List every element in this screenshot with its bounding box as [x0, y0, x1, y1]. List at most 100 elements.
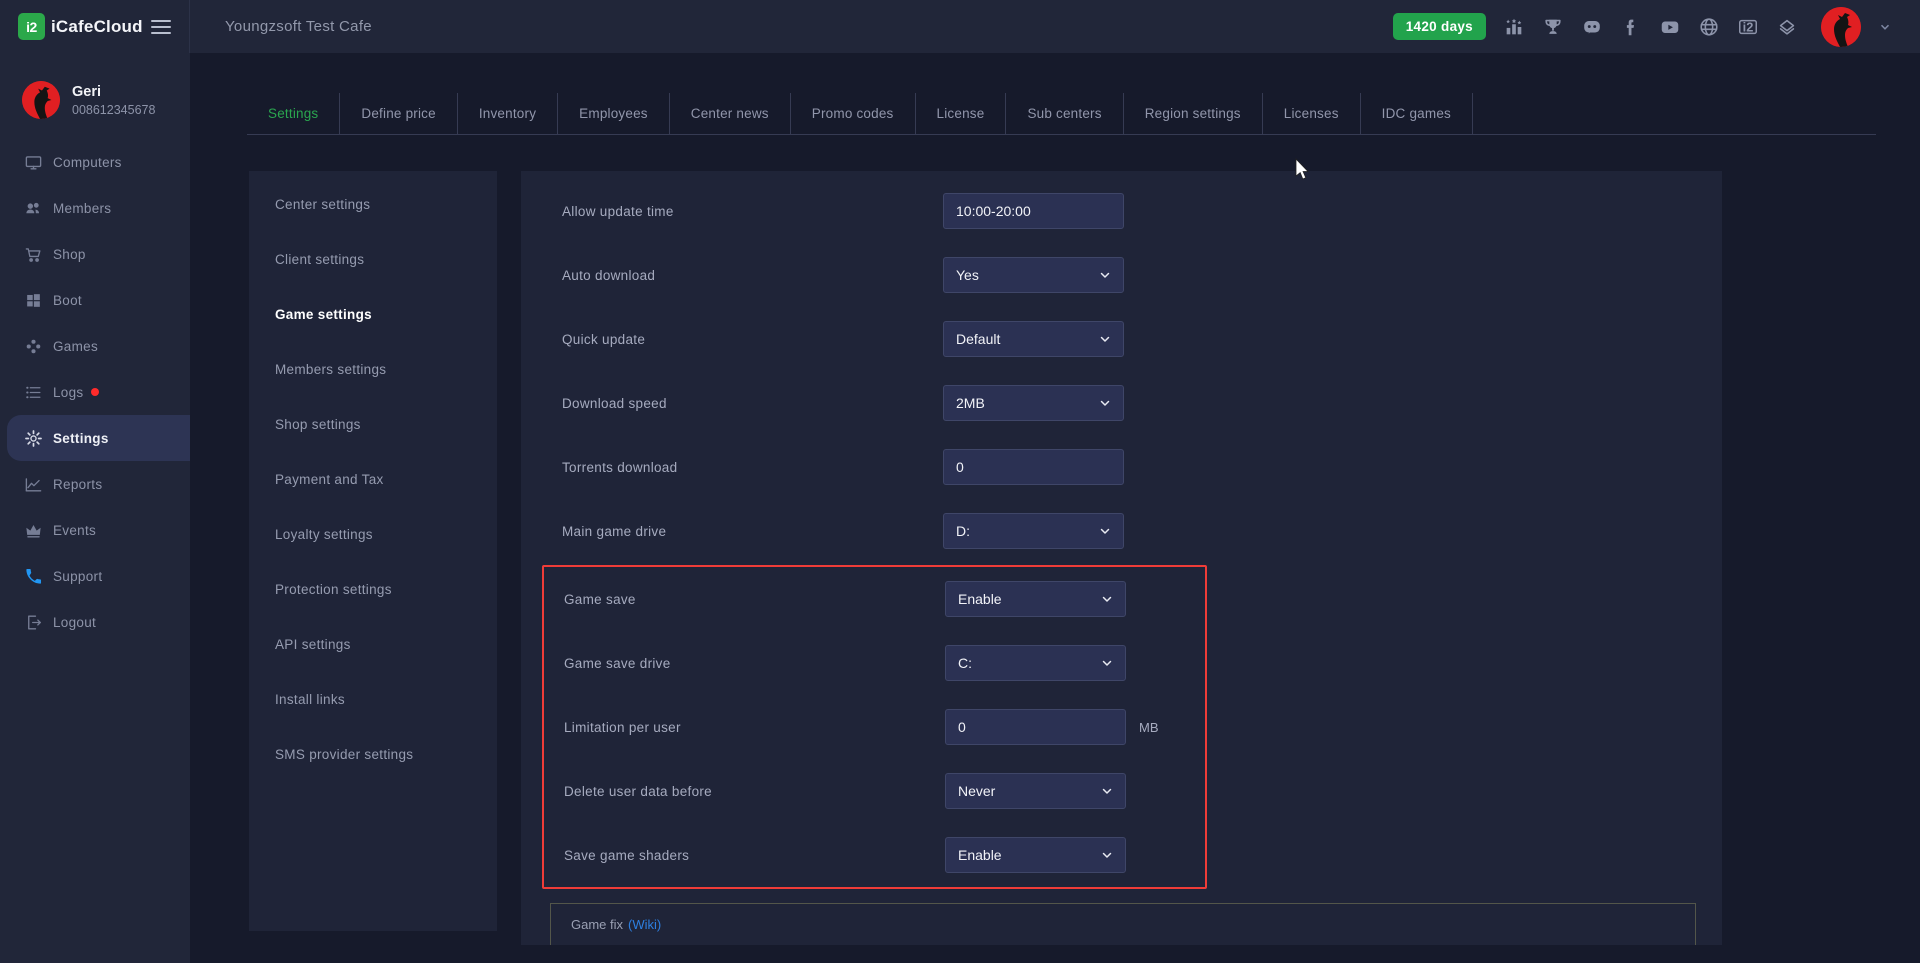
sidebar-item-members[interactable]: Members	[0, 185, 190, 231]
sidebar-item-logout[interactable]: Logout	[0, 599, 190, 645]
chevron-down-icon	[1101, 785, 1113, 797]
sidebar-item-computers[interactable]: Computers	[0, 139, 190, 185]
subnav-item-game-settings[interactable]: Game settings	[249, 287, 497, 342]
field-label: Save game shaders	[564, 848, 945, 863]
select-field[interactable]: Enable	[945, 581, 1126, 617]
tab-sub-centers[interactable]: Sub centers	[1005, 93, 1122, 134]
select-field[interactable]: Enable	[945, 837, 1126, 873]
form-row: Save game shaders Enable	[544, 823, 1205, 887]
globe-icon[interactable]	[1698, 16, 1720, 38]
user-avatar[interactable]	[1821, 7, 1861, 47]
notification-dot	[91, 388, 99, 396]
subnav-item-payment-and-tax[interactable]: Payment and Tax	[249, 452, 497, 507]
chevron-down-icon	[1099, 269, 1111, 281]
logs-icon	[24, 383, 43, 402]
tab-license[interactable]: License	[915, 93, 1006, 134]
sidebar-item-logs[interactable]: Logs	[0, 369, 190, 415]
field-value: D:	[956, 523, 970, 539]
subnav-item-install-links[interactable]: Install links	[249, 672, 497, 727]
ranking-icon[interactable]	[1503, 16, 1525, 38]
field-value: Enable	[958, 591, 1002, 607]
user-block[interactable]: Geri 008612345678	[0, 53, 190, 119]
user-phone: 008612345678	[72, 103, 155, 117]
highlighted-settings-group: Game save Enable Game save drive C: Limi…	[542, 565, 1207, 889]
youtube-icon[interactable]	[1659, 16, 1681, 38]
sidebar-item-label: Computers	[53, 155, 122, 170]
tab-center-news[interactable]: Center news	[669, 93, 790, 134]
field-value: 0	[958, 719, 966, 735]
form-row: Main game drive D:	[521, 499, 1722, 563]
form-row: Allow update time 10:00-20:00	[521, 179, 1722, 243]
discord-icon[interactable]	[1581, 16, 1603, 38]
icafecloud-logo-icon[interactable]: i2	[18, 13, 45, 40]
logout-icon	[24, 613, 43, 632]
tab-idc-games[interactable]: IDC games	[1360, 93, 1473, 134]
sidebar-item-boot[interactable]: Boot	[0, 277, 190, 323]
select-field[interactable]: Never	[945, 773, 1126, 809]
icafecloud-i2-icon[interactable]: i2	[1737, 16, 1759, 38]
field-value: Default	[956, 331, 1000, 347]
form-row: Game save drive C:	[544, 631, 1205, 695]
tab-inventory[interactable]: Inventory	[457, 93, 557, 134]
tab-settings[interactable]: Settings	[247, 93, 339, 134]
sidebar-item-events[interactable]: Events	[0, 507, 190, 553]
hamburger-menu-icon[interactable]	[151, 20, 171, 38]
tab-define-price[interactable]: Define price	[339, 93, 456, 134]
sidebar-item-settings[interactable]: Settings	[7, 415, 190, 461]
sidebar-item-reports[interactable]: Reports	[0, 461, 190, 507]
sidebar-item-label: Events	[53, 523, 96, 538]
subnav-item-loyalty-settings[interactable]: Loyalty settings	[249, 507, 497, 562]
chevron-down-icon	[1099, 333, 1111, 345]
layers-icon[interactable]	[1776, 16, 1798, 38]
sidebar-item-shop[interactable]: Shop	[0, 231, 190, 277]
sidebar-item-label: Reports	[53, 477, 102, 492]
subnav-item-center-settings[interactable]: Center settings	[249, 177, 497, 232]
tab-promo-codes[interactable]: Promo codes	[790, 93, 915, 134]
logo-text[interactable]: iCafeCloud	[51, 17, 143, 37]
sidebar-item-support[interactable]: Support	[0, 553, 190, 599]
game-fix-section: Game fix (Wiki)	[550, 903, 1696, 945]
license-days-badge[interactable]: 1420 days	[1393, 13, 1486, 40]
form-row: Auto download Yes	[521, 243, 1722, 307]
subnav-item-members-settings[interactable]: Members settings	[249, 342, 497, 397]
field-label: Limitation per user	[564, 720, 945, 735]
chevron-down-icon[interactable]	[1878, 20, 1892, 34]
sidebar-item-label: Logs	[53, 385, 83, 400]
form-row: Game save Enable	[544, 567, 1205, 631]
logo-area: i2 iCafeCloud	[0, 0, 190, 53]
select-field[interactable]: Yes	[943, 257, 1124, 293]
user-avatar-small	[22, 81, 60, 119]
subnav-item-protection-settings[interactable]: Protection settings	[249, 562, 497, 617]
text-input[interactable]: 10:00-20:00	[943, 193, 1124, 229]
subnav-item-client-settings[interactable]: Client settings	[249, 232, 497, 287]
select-field[interactable]: C:	[945, 645, 1126, 681]
facebook-icon[interactable]	[1620, 16, 1642, 38]
cafe-title: Youngzsoft Test Cafe	[225, 18, 372, 35]
select-field[interactable]: Default	[943, 321, 1124, 357]
select-field[interactable]: 2MB	[943, 385, 1124, 421]
subnav-item-sms-provider-settings[interactable]: SMS provider settings	[249, 727, 497, 782]
text-input[interactable]: 0	[943, 449, 1124, 485]
tab-licenses[interactable]: Licenses	[1262, 93, 1360, 134]
game-fix-wiki-link[interactable]: (Wiki)	[628, 917, 661, 932]
trophy-icon[interactable]	[1542, 16, 1564, 38]
subnav-item-shop-settings[interactable]: Shop settings	[249, 397, 497, 452]
tab-employees[interactable]: Employees	[557, 93, 669, 134]
tab-region-settings[interactable]: Region settings	[1123, 93, 1262, 134]
form-row: Limitation per user 0MB	[544, 695, 1205, 759]
svg-text:i2: i2	[1743, 19, 1754, 34]
chevron-down-icon	[1101, 849, 1113, 861]
field-label: Allow update time	[562, 204, 943, 219]
sidebar-item-label: Logout	[53, 615, 96, 630]
text-input[interactable]: 0	[945, 709, 1126, 745]
game-settings-form: Allow update time 10:00-20:00 Auto downl…	[521, 171, 1722, 945]
field-label: Game save drive	[564, 656, 945, 671]
crown-icon	[24, 521, 43, 540]
chevron-down-icon	[1099, 397, 1111, 409]
main-content: SettingsDefine priceInventoryEmployeesCe…	[190, 53, 1920, 963]
sidebar-item-label: Games	[53, 339, 98, 354]
select-field[interactable]: D:	[943, 513, 1124, 549]
form-row: Torrents download 0	[521, 435, 1722, 499]
sidebar-item-games[interactable]: Games	[0, 323, 190, 369]
subnav-item-api-settings[interactable]: API settings	[249, 617, 497, 672]
